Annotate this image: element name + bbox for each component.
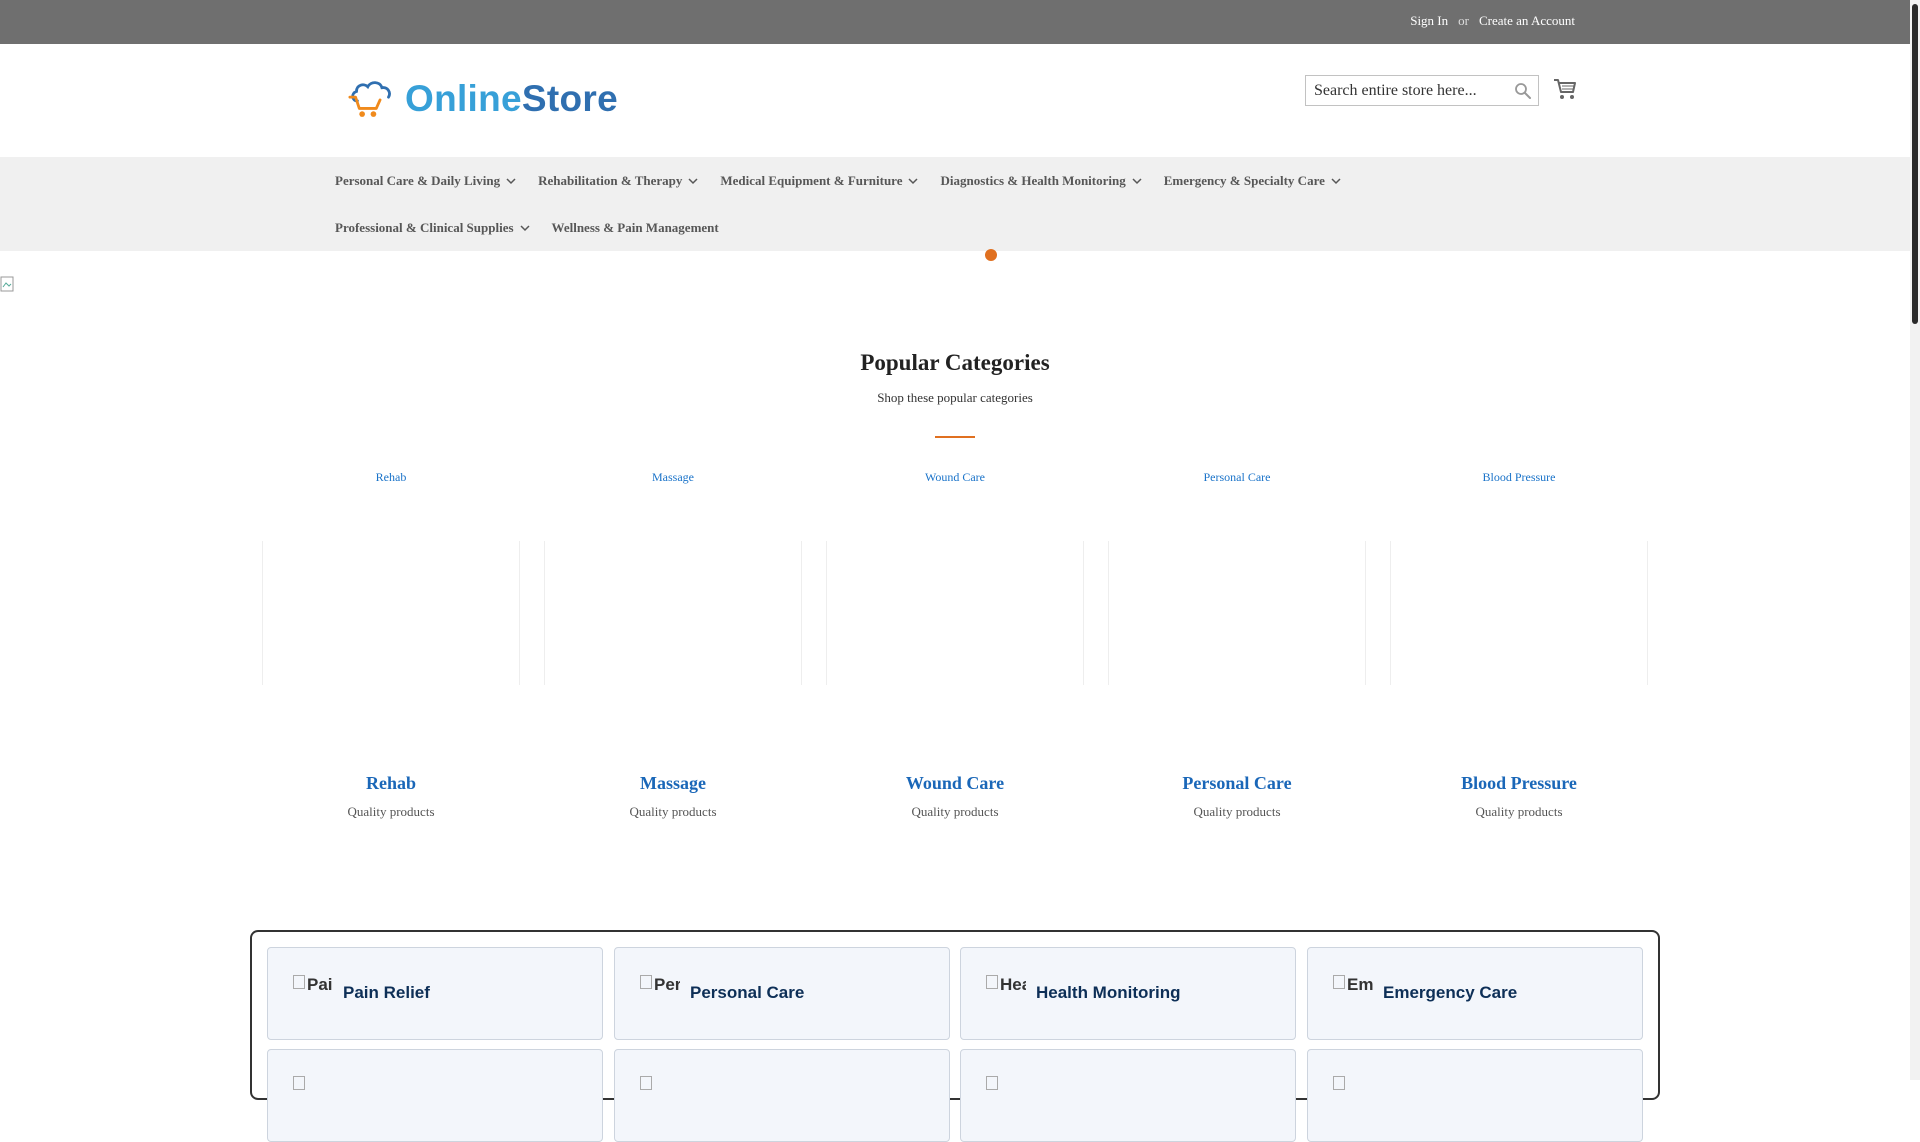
health-monitoring-icon: Health Monitoring [986, 975, 1026, 997]
broken-image-icon [0, 276, 14, 292]
nav-item-label: Diagnostics & Health Monitoring [940, 173, 1126, 188]
nav-item-label: Emergency & Specialty Care [1163, 173, 1325, 188]
broken-image-icon [640, 1076, 680, 1098]
category-subtitle: Quality products [629, 804, 717, 819]
category-card-blood-pressure[interactable]: Blood Pressure Blood Pressure Quality pr… [1390, 470, 1648, 830]
category-card-personal-care[interactable]: Personal Care Personal Care Quality prod… [1108, 470, 1366, 830]
quicklink-health-monitoring[interactable]: Health Monitoring Health Monitoring [960, 947, 1296, 1040]
quicklink-personal-care[interactable]: Personal Care Personal Care [614, 947, 950, 1040]
category-name[interactable]: Rehab [262, 773, 520, 794]
top-bar: Sign In or Create an Account [0, 0, 1910, 44]
quicklink-pain-relief[interactable]: Pain Relief Pain Relief [267, 947, 603, 1040]
category-image-alt: Blood Pressure [1482, 470, 1556, 484]
nav-item-emergency[interactable]: Emergency & Specialty Care [1164, 171, 1341, 191]
header: OnlineStore [0, 44, 1910, 157]
nav-item-diagnostics[interactable]: Diagnostics & Health Monitoring [940, 171, 1142, 191]
category-card-massage[interactable]: Massage Massage Quality products [544, 470, 802, 830]
nav-item-professional-supplies[interactable]: Professional & Clinical Supplies [335, 218, 530, 238]
broken-image-icon [1333, 1076, 1373, 1098]
scrollbar-thumb[interactable] [1912, 4, 1918, 324]
quicklink-label: Health Monitoring [1036, 983, 1181, 1002]
section-divider [935, 436, 975, 438]
category-subtitle: Quality products [347, 804, 435, 819]
cart-cloud-logo-icon [348, 81, 391, 117]
chevron-down-icon [688, 178, 698, 185]
chevron-down-icon [1132, 178, 1142, 185]
nav-item-label: Rehabilitation & Therapy [538, 173, 683, 188]
category-image[interactable] [826, 541, 1084, 685]
or-separator: or [1458, 13, 1469, 28]
category-image[interactable] [262, 541, 520, 685]
nav-item-wellness[interactable]: Wellness & Pain Management [552, 218, 719, 238]
logo-store: Store [521, 78, 618, 119]
nav-item-label: Personal Care & Daily Living [335, 173, 501, 188]
nav-item-label: Medical Equipment & Furniture [720, 173, 903, 188]
category-image[interactable] [544, 541, 802, 685]
search-box [1305, 75, 1539, 106]
logo-text: OnlineStore [405, 78, 618, 120]
category-image[interactable] [1390, 541, 1648, 685]
nav-item-label: Professional & Clinical Supplies [335, 220, 514, 235]
search-input[interactable] [1306, 76, 1501, 105]
nav-item-personal-care[interactable]: Personal Care & Daily Living [335, 171, 516, 191]
create-account-link[interactable]: Create an Account [1479, 13, 1575, 29]
nav-item-rehabilitation[interactable]: Rehabilitation & Therapy [538, 171, 698, 191]
category-subtitle: Quality products [1193, 804, 1281, 819]
nav-item-medical-equipment[interactable]: Medical Equipment & Furniture [720, 171, 919, 191]
category-image-alt: Personal Care [1203, 470, 1271, 484]
category-name[interactable]: Blood Pressure [1390, 773, 1648, 794]
nav-item-label: Wellness & Pain Management [551, 220, 719, 235]
nav-row-2: Professional & Clinical Supplies Wellnes… [335, 218, 741, 238]
quicklink-tile[interactable] [267, 1049, 603, 1142]
chevron-down-icon [520, 225, 530, 232]
store-logo[interactable]: OnlineStore [348, 76, 618, 122]
category-image[interactable] [1108, 541, 1366, 685]
section-subtitle: Shop these popular categories [877, 390, 1033, 405]
shopping-cart-icon[interactable] [1553, 78, 1577, 100]
search-icon[interactable] [1514, 82, 1532, 100]
quicklink-emergency-care[interactable]: Emergency Care Emergency Care [1307, 947, 1643, 1040]
category-subtitle: Quality products [911, 804, 999, 819]
slider-dot[interactable] [985, 249, 997, 261]
chevron-down-icon [1331, 178, 1341, 185]
broken-image-icon [293, 1076, 333, 1098]
emergency-care-icon: Emergency Care [1333, 975, 1373, 997]
category-card-wound-care[interactable]: Wound Care Wound Care Quality products [826, 470, 1084, 830]
quicklink-tile[interactable] [614, 1049, 950, 1142]
chevron-down-icon [506, 178, 516, 185]
category-name[interactable]: Wound Care [826, 773, 1084, 794]
pain-relief-icon: Pain Relief [293, 975, 333, 997]
chevron-down-icon [908, 178, 919, 185]
quicklink-label: Emergency Care [1383, 983, 1518, 1002]
logo-online: Online [405, 78, 522, 119]
sign-in-link[interactable]: Sign In [1410, 13, 1448, 29]
quicklink-tile[interactable] [960, 1049, 1296, 1142]
personal-care-icon: Personal Care [640, 975, 680, 997]
quicklink-tile[interactable] [1307, 1049, 1643, 1142]
section-title: Popular Categories [860, 350, 1050, 375]
broken-image-icon [986, 1076, 1026, 1098]
nav-row-1: Personal Care & Daily Living Rehabilitat… [335, 171, 1363, 191]
category-card-rehab[interactable]: Rehab Rehab Quality products [262, 470, 520, 830]
category-image-alt: Massage [652, 470, 694, 484]
quicklink-label: Personal Care [690, 983, 805, 1002]
main-navigation: Personal Care & Daily Living Rehabilitat… [0, 157, 1910, 251]
account-links: Sign In or Create an Account [1410, 13, 1575, 29]
category-image-alt: Wound Care [924, 470, 986, 484]
category-image-alt: Rehab [375, 470, 407, 484]
quicklink-label: Pain Relief [343, 983, 430, 1002]
category-subtitle: Quality products [1475, 804, 1563, 819]
category-name[interactable]: Massage [544, 773, 802, 794]
category-name[interactable]: Personal Care [1108, 773, 1366, 794]
